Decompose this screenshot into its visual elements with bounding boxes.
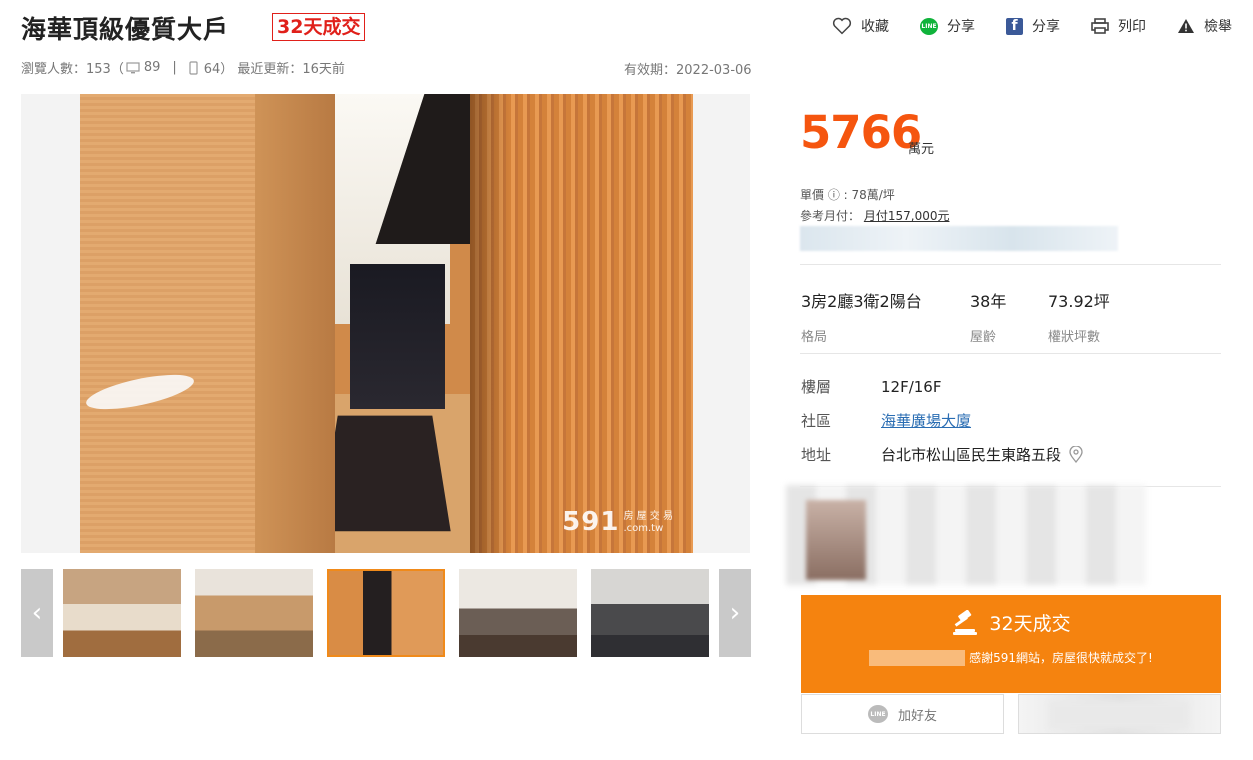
unit-price: 單價 ⓘ : 78萬/坪 [800,188,895,202]
blurred-name [869,649,966,666]
spec-layout: 3房2廳3衛2陽台 格局 [801,288,922,345]
floor-row: 樓層 12F/16F [801,376,941,397]
line-add-friend-label: 加好友 [897,708,937,724]
address-label: 地址 [801,446,832,464]
thumbnail-3-active[interactable] [327,569,445,657]
line-icon: LINE [920,17,938,35]
sold-badge: 32天成交 [272,13,366,41]
watermark-domain: .com.tw [623,523,664,534]
layout-label: 格局 [801,330,828,345]
share-line-label: 分享 [947,19,975,35]
view-stats: 瀏覽人數：153（ 89 | 64） 最近更新：16天前 [21,58,345,77]
desktop-count: 89 [143,60,161,75]
area-label: 權狀坪數 [1048,330,1101,345]
spec-age: 38年 屋齡 [970,288,1006,345]
address-row: 地址 台北市松山區民生東路五段 [801,444,1083,465]
age-label: 屋齡 [970,330,997,345]
deal-banner: 32天成交 感謝591網站，房屋很快就成交了! [801,595,1221,693]
age-value: 38年 [970,292,1007,311]
separator: | [172,60,177,75]
floor-value: 12F/16F [881,377,942,396]
expiry-date: 有效期：2022-03-06 [624,63,752,78]
main-photo[interactable]: 591 房 屋 交 易 .com.tw [80,94,693,553]
mobile-icon [189,60,198,75]
divider [800,353,1221,354]
blurred-contact-button[interactable] [1018,694,1221,734]
favorite-label: 收藏 [861,19,889,35]
report-button[interactable]: 檢舉 [1177,16,1232,36]
spec-area: 73.92坪 權狀坪數 [1048,288,1110,345]
printer-icon [1091,18,1109,34]
layout-value: 3房2廳3衛2陽台 [801,292,922,311]
favorite-button[interactable]: 收藏 [832,16,889,36]
heart-icon [832,17,852,35]
avatar [806,500,866,580]
floor-label: 樓層 [801,378,832,396]
deal-subtitle: 感謝591網站，房屋很快就成交了! [969,651,1153,665]
action-bar: 收藏 LINE 分享 f 分享 列印 檢舉 [832,16,1232,36]
print-button[interactable]: 列印 [1091,16,1146,36]
share-facebook-button[interactable]: f 分享 [1006,16,1060,36]
monthly-payment: 參考月付： 月付157,000元 [800,207,949,224]
warning-icon [1177,18,1195,34]
page-title: 海華頂級優質大戶 [21,15,230,44]
price-unit: 萬元 [908,142,935,157]
thumbnail-2[interactable] [195,569,313,657]
desktop-icon [126,61,140,74]
community-label: 社區 [801,412,832,430]
line-icon: LINE [867,705,888,723]
deal-title: 32天成交 [989,613,1071,635]
watermark-text: 房 屋 交 易 [623,511,673,522]
facebook-icon: f [1006,17,1023,35]
monthly-payment-link[interactable]: 月付157,000元 [864,209,950,223]
thumbnail-next-button[interactable]: › [719,569,751,657]
watermark-logo: 591 房 屋 交 易 .com.tw [562,509,673,535]
report-label: 檢舉 [1204,19,1232,35]
thumbnail-1[interactable] [63,569,181,657]
print-label: 列印 [1118,19,1146,35]
monthly-label: 參考月付： [800,209,861,223]
map-pin-icon[interactable] [1069,446,1083,463]
thumbnail-4[interactable] [459,569,577,657]
share-facebook-label: 分享 [1032,19,1060,35]
thumbnail-5[interactable] [591,569,709,657]
community-row: 社區 海華廣場大廈 [801,410,971,431]
share-line-button[interactable]: LINE 分享 [920,16,975,36]
community-link[interactable]: 海華廣場大廈 [881,410,971,431]
last-updated: 最近更新：16天前 [237,62,345,77]
mobile-count: 64） [203,62,234,77]
blurred-info [800,226,1118,251]
line-add-friend-button[interactable]: LINE 加好友 [801,694,1004,734]
area-value: 73.92坪 [1048,292,1110,311]
views-label: 瀏覽人數：153（ [21,62,124,77]
address-value: 台北市松山區民生東路五段 [881,446,1062,464]
gavel-icon [951,609,981,636]
divider [800,264,1221,265]
thumbnail-prev-button[interactable]: ‹ [21,569,53,657]
main-photo-area: 591 房 屋 交 易 .com.tw [21,94,750,553]
total-price: 5766 [800,106,922,159]
watermark-number: 591 [562,507,620,537]
